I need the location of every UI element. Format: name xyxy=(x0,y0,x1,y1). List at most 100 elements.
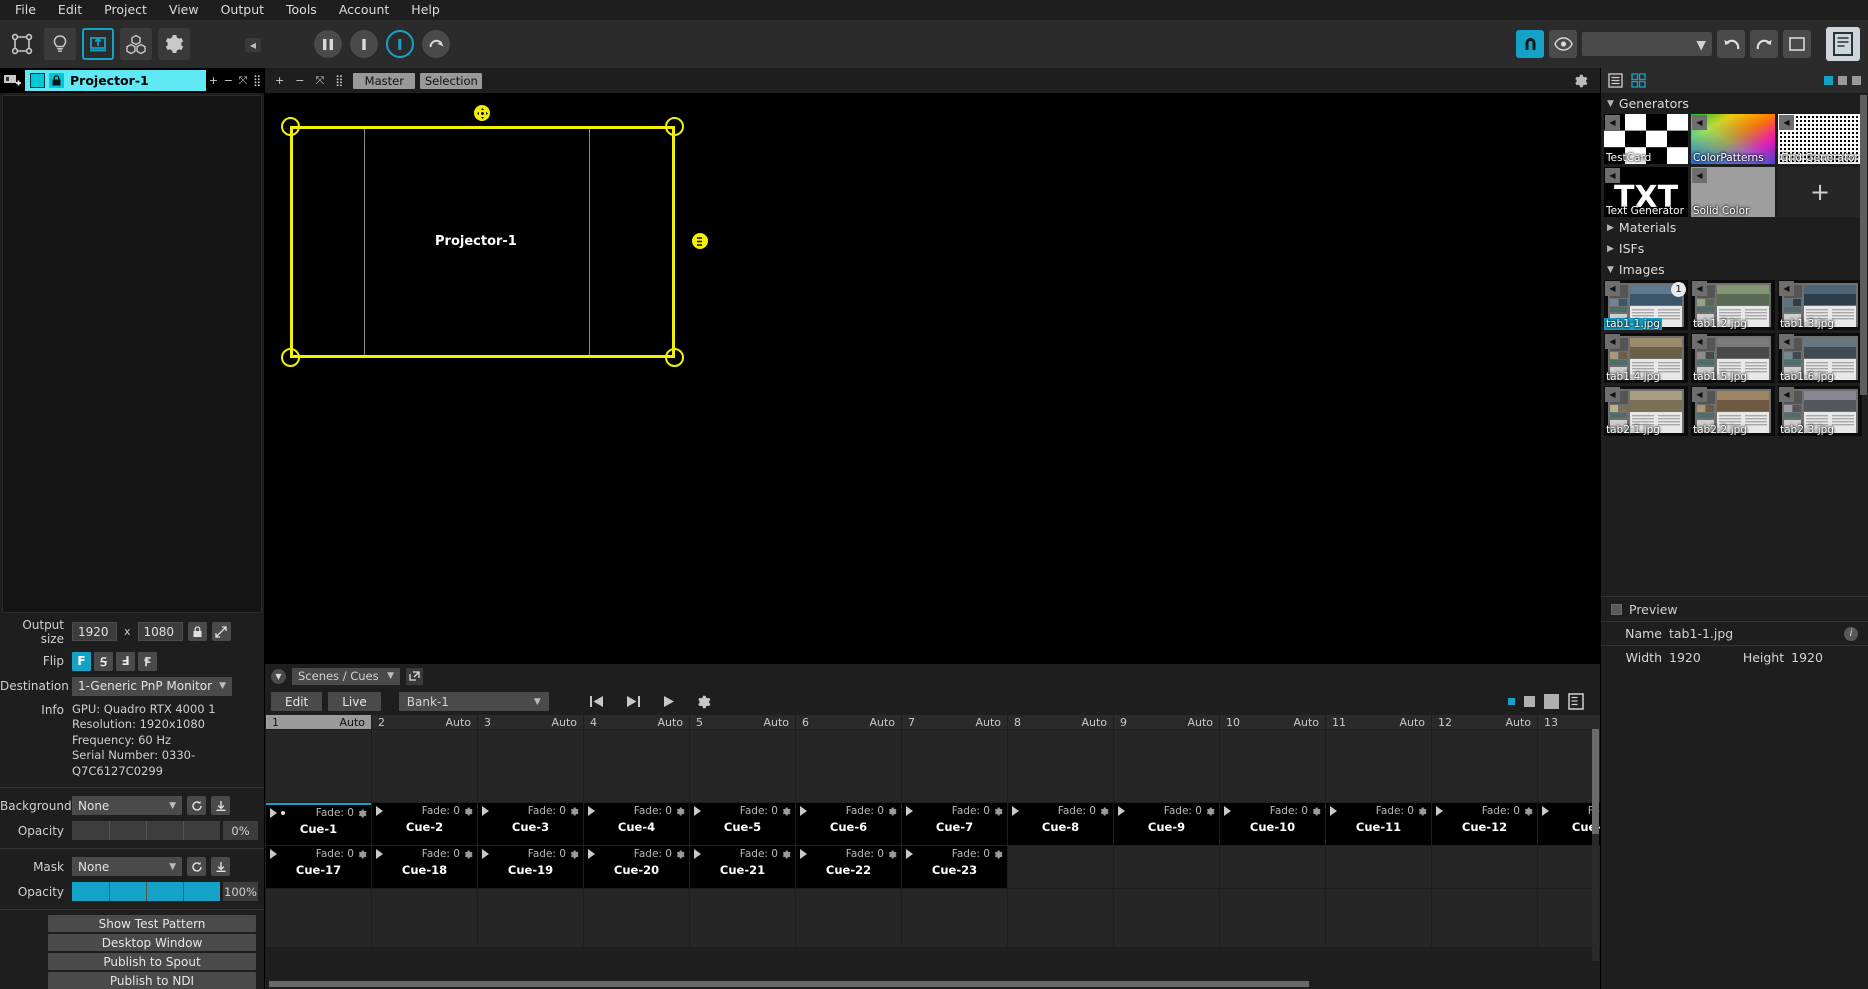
scene-cell[interactable] xyxy=(478,730,583,802)
cue-play-icon[interactable] xyxy=(376,806,383,816)
info-icon[interactable]: i xyxy=(1844,626,1858,641)
cue-play-icon[interactable] xyxy=(1542,806,1549,816)
cue-play-icon[interactable] xyxy=(1330,806,1337,816)
cue-cell[interactable]: Fade: 0 Cue-19 xyxy=(478,846,583,888)
output-height-input[interactable]: 1080 xyxy=(137,622,183,641)
mesh-warp-icon[interactable] xyxy=(6,28,38,60)
resize-handle-top-right[interactable] xyxy=(665,117,684,136)
cue-play-icon[interactable] xyxy=(1012,806,1019,816)
canvas-fit-button[interactable]: ⤧ xyxy=(315,74,324,88)
tab-master[interactable]: Master xyxy=(353,72,416,89)
generator-thumbnail[interactable]: ◀ TestCard xyxy=(1604,114,1688,164)
empty-cue-cell[interactable] xyxy=(1326,846,1431,888)
cue-cell[interactable]: Fade: 0Cue-1 xyxy=(1538,803,1600,845)
gear-icon[interactable] xyxy=(158,28,190,60)
generator-thumbnail[interactable]: ◀ Solid Color xyxy=(1691,167,1775,217)
cue-column-header[interactable]: 1 Auto xyxy=(266,715,371,729)
grid-icon[interactable] xyxy=(1631,73,1646,88)
flip-vertical-button[interactable]: Ⅎ xyxy=(116,651,135,671)
media-browser-scrollbar[interactable] xyxy=(1860,95,1867,565)
grid-button[interactable]: ⣿ xyxy=(253,74,261,87)
cue-column-header[interactable]: 2 Auto xyxy=(372,715,477,729)
scene-cell[interactable] xyxy=(372,730,477,802)
cue-cell[interactable]: Fade: 0 Cue-3 xyxy=(478,803,583,845)
cue-play-icon[interactable] xyxy=(906,806,913,816)
cue-settings-gear-icon[interactable] xyxy=(570,806,579,816)
record-button[interactable] xyxy=(386,30,414,58)
menu-item-file[interactable]: File xyxy=(4,0,47,20)
reload-button[interactable] xyxy=(422,30,450,58)
cue-play-icon[interactable] xyxy=(800,806,807,816)
cue-settings-gear-icon[interactable] xyxy=(1312,806,1321,816)
visibility-eye-icon[interactable] xyxy=(1549,30,1577,58)
new-window-icon[interactable] xyxy=(1783,30,1811,58)
play-arrow-icon[interactable]: ◀ xyxy=(1692,334,1707,349)
play-arrow-icon[interactable]: ◀ xyxy=(1692,387,1707,402)
empty-cue-cell[interactable] xyxy=(1008,846,1113,888)
projector-canvas[interactable]: Projector-1 xyxy=(265,93,1600,664)
aspect-ratio-icon[interactable] xyxy=(211,622,231,641)
play-arrow-icon[interactable]: ◀ xyxy=(1779,334,1794,349)
destination-select[interactable]: 1-Generic PnP Monitor ▼ xyxy=(72,676,232,696)
scene-cell[interactable] xyxy=(584,730,689,802)
play-arrow-icon[interactable]: ◀ xyxy=(1605,387,1620,402)
lock-icon[interactable] xyxy=(187,622,207,641)
cue-settings-gear-icon[interactable] xyxy=(1100,806,1109,816)
cue-column-header[interactable]: 10 Auto xyxy=(1220,715,1325,729)
redo-button[interactable] xyxy=(1750,30,1778,58)
cue-column-header[interactable]: 7 Auto xyxy=(902,715,1007,729)
cue-column-header[interactable]: 6 Auto xyxy=(796,715,901,729)
undo-button[interactable] xyxy=(1717,30,1745,58)
resize-handle-bottom-right[interactable] xyxy=(665,348,684,367)
cue-cell[interactable]: Fade: 0 Cue-17 xyxy=(266,846,371,888)
empty-cue-cell[interactable] xyxy=(1114,889,1219,947)
play-icon[interactable] xyxy=(663,695,675,708)
menu-item-view[interactable]: View xyxy=(158,0,210,20)
preview-row[interactable]: Preview xyxy=(1601,597,1868,621)
refresh-icon[interactable] xyxy=(187,857,206,876)
section-generators[interactable]: ▼ Generators xyxy=(1601,93,1868,114)
cues-edit-button[interactable]: Edit xyxy=(271,692,323,711)
menu-item-output[interactable]: Output xyxy=(210,0,275,20)
skip-forward-icon[interactable] xyxy=(626,695,641,708)
section-images[interactable]: ▼ Images xyxy=(1601,259,1868,280)
cue-play-icon[interactable] xyxy=(906,849,913,859)
cue-grid[interactable]: 1 Auto 2 Auto 3 Auto 4 Auto 5 Auto 6 Auto 7 Auto 8 Auto… xyxy=(266,715,1600,979)
remove-button[interactable]: − xyxy=(224,74,233,87)
generator-thumbnail[interactable]: ◀ Grid Generator xyxy=(1778,114,1862,164)
cue-play-icon[interactable] xyxy=(376,849,383,859)
cue-grid-horizontal-scrollbar[interactable] xyxy=(265,979,1600,989)
publish-to-ndi-button[interactable]: Publish to NDI xyxy=(48,972,256,989)
cue-grid-vertical-scrollbar[interactable] xyxy=(1592,729,1599,961)
cue-column-header[interactable]: 4 Auto xyxy=(584,715,689,729)
size-medium-button[interactable] xyxy=(1524,696,1535,707)
cue-play-icon[interactable] xyxy=(588,806,595,816)
flip-none-button[interactable]: F xyxy=(72,651,91,671)
maximize-button[interactable] xyxy=(1838,76,1847,85)
canvas-remove-button[interactable]: − xyxy=(295,74,304,88)
cue-cell[interactable]: Fade: 0 Cue-21 xyxy=(690,846,795,888)
projector-list-item[interactable]: Projector-1 xyxy=(25,70,206,91)
cue-column-header[interactable]: 9 Auto xyxy=(1114,715,1219,729)
scene-cell[interactable] xyxy=(1114,730,1219,802)
image-thumbnail[interactable]: ◀ tab1-2.jpg xyxy=(1691,280,1775,330)
play-arrow-icon[interactable]: ◀ xyxy=(1779,115,1794,130)
mask-opacity-slider[interactable] xyxy=(72,882,220,901)
cue-cell[interactable]: Fade: 0 Cue-2 xyxy=(372,803,477,845)
empty-cue-cell[interactable] xyxy=(1538,846,1600,888)
document-icon[interactable] xyxy=(1826,27,1860,61)
empty-cue-cell[interactable] xyxy=(902,889,1007,947)
image-thumbnail[interactable]: ◀ tab1-3.jpg xyxy=(1778,280,1862,330)
scene-cell[interactable] xyxy=(1538,730,1600,802)
cue-cell[interactable]: Fade: 0 Cue-23 xyxy=(902,846,1007,888)
cue-settings-gear-icon[interactable] xyxy=(676,849,685,859)
image-thumbnail[interactable]: ◀ tab1-4.jpg xyxy=(1604,333,1688,383)
scene-cell[interactable] xyxy=(1432,730,1537,802)
cues-panel-select[interactable]: Scenes / Cues ▼ xyxy=(292,667,400,685)
scene-cell[interactable] xyxy=(1220,730,1325,802)
image-thumbnail[interactable]: ◀ tab2-1.jpg xyxy=(1604,386,1688,436)
size-large-button[interactable] xyxy=(1544,694,1559,709)
cue-settings-gear-icon[interactable] xyxy=(994,849,1003,859)
minimize-button[interactable] xyxy=(1824,76,1833,85)
rotate-handle[interactable] xyxy=(692,233,708,249)
